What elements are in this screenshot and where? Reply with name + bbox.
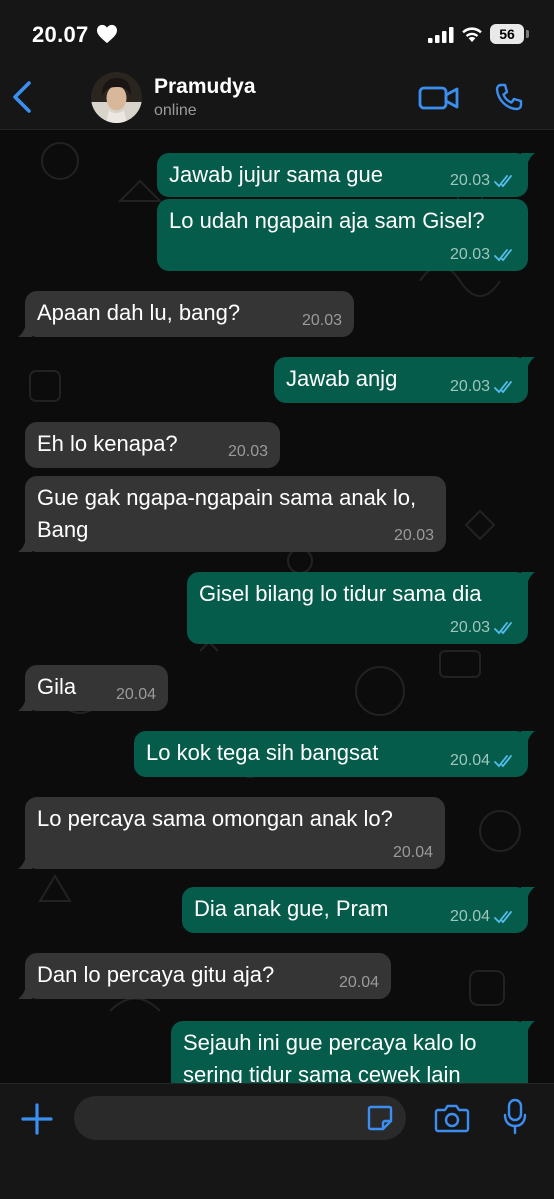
message-time: 20.04 [392, 844, 433, 861]
message-time: 20.03 [449, 378, 490, 395]
plus-icon[interactable] [20, 1102, 54, 1136]
message-text: Apaan dah lu, bang? [37, 300, 241, 325]
double-check-icon [494, 622, 512, 635]
bubble-tail [18, 323, 32, 337]
bubble-tail [18, 697, 32, 711]
message-meta: 20.03 [450, 378, 516, 396]
bubble-tail [521, 153, 535, 167]
message-text: Eh lo kenapa? [37, 431, 178, 456]
heart-icon [97, 24, 117, 44]
message-meta: 20.04 [393, 844, 433, 862]
message-text: Dan lo percaya gitu aja? [37, 962, 275, 987]
message-meta: 20.03 [228, 443, 268, 461]
bubble-tail [521, 357, 535, 371]
message-text: Gila [37, 674, 77, 699]
bubble-tail [521, 572, 535, 586]
message-text: Dia anak gue, Pram [194, 896, 389, 921]
chat-screen: 20.07 56 Pramudya online Jawab jujur sam… [0, 0, 554, 1199]
message-text: Gisel bilang lo tidur sama dia [199, 581, 482, 606]
message-time: 20.03 [449, 172, 490, 189]
double-check-icon [494, 175, 512, 188]
message-text: Jawab anjg [286, 366, 398, 391]
sticker-icon[interactable] [366, 1104, 394, 1132]
bubble-tail [521, 1021, 535, 1035]
message-time: 20.04 [449, 752, 490, 769]
double-check-icon [494, 755, 512, 768]
double-check-icon [494, 381, 512, 394]
wifi-icon [462, 27, 482, 42]
message-time: 20.03 [393, 527, 434, 544]
outgoing-message-bubble[interactable]: Lo kok tega sih bangsat 20.04 [134, 731, 535, 777]
message-meta: 20.04 [450, 752, 516, 770]
message-meta: 20.03 [450, 619, 516, 637]
message-input[interactable] [74, 1096, 406, 1140]
message-text: Lo percaya sama omongan anak lo? [37, 806, 393, 831]
message-meta: 20.03 [394, 527, 434, 545]
message-time: 20.04 [338, 974, 379, 991]
message-time: 20.04 [449, 908, 490, 925]
bubble-tail [18, 538, 32, 552]
bubble-tail [521, 887, 535, 901]
composer-bar [0, 1083, 554, 1199]
status-time: 20.07 [32, 22, 89, 47]
message-text: Sejauh ini gue percaya kalo lo sering ti… [183, 1030, 477, 1083]
outgoing-message-bubble[interactable]: Jawab jujur sama gue 20.03 [157, 153, 535, 197]
outgoing-message-bubble[interactable]: Dia anak gue, Pram 20.04 [182, 887, 535, 933]
message-meta: 20.04 [450, 908, 516, 926]
battery-tip [526, 30, 529, 38]
video-camera-icon[interactable] [418, 84, 460, 112]
microphone-icon[interactable] [503, 1098, 527, 1136]
message-text: Gue gak ngapa-ngapain sama anak lo, Bang [37, 485, 417, 542]
bubble-tail [18, 855, 32, 869]
message-time: 20.03 [449, 619, 490, 636]
bubble-tail [18, 985, 32, 999]
message-meta: 20.03 [450, 172, 516, 190]
contact-name[interactable]: Pramudya [154, 75, 256, 99]
incoming-message-bubble[interactable]: Lo percaya sama omongan anak lo? 20.04 [18, 797, 445, 869]
outgoing-message-bubble[interactable]: Jawab anjg 20.03 [274, 357, 535, 403]
outgoing-message-bubble[interactable]: Sejauh ini gue percaya kalo lo sering ti… [171, 1021, 535, 1083]
incoming-message-bubble[interactable]: Gue gak ngapa-ngapain sama anak lo, Bang… [18, 476, 446, 552]
incoming-message-bubble[interactable]: Apaan dah lu, bang? 20.03 [18, 291, 354, 337]
incoming-message-bubble[interactable]: Gila 20.04 [18, 665, 168, 711]
message-meta: 20.04 [339, 974, 379, 992]
message-time: 20.03 [449, 246, 490, 263]
incoming-message-bubble[interactable]: Dan lo percaya gitu aja? 20.04 [18, 953, 391, 999]
message-text: Lo kok tega sih bangsat [146, 740, 379, 765]
message-text: Lo udah ngapain aja sam Gisel? [169, 208, 485, 233]
message-text: Jawab jujur sama gue [169, 162, 384, 187]
cellular-signal-icon [428, 27, 454, 43]
double-check-icon [494, 911, 512, 924]
message-meta: 20.03 [302, 312, 342, 330]
avatar[interactable] [91, 72, 142, 123]
chevron-left-icon[interactable] [10, 80, 36, 114]
double-check-icon [494, 249, 512, 262]
message-meta: 20.04 [116, 686, 156, 704]
camera-icon[interactable] [434, 1102, 470, 1134]
bubble-tail [521, 731, 535, 745]
outgoing-message-bubble[interactable]: Gisel bilang lo tidur sama dia 20.03 [187, 572, 535, 644]
status-bar: 20.07 56 [0, 0, 554, 66]
phone-icon[interactable] [494, 82, 524, 112]
outgoing-message-bubble[interactable]: Lo udah ngapain aja sam Gisel? 20.03 [157, 199, 528, 271]
incoming-message-bubble[interactable]: Eh lo kenapa? 20.03 [25, 422, 280, 468]
message-list[interactable]: Jawab jujur sama gue 20.03 Lo udah ngapain… [0, 131, 554, 1083]
message-time: 20.04 [115, 686, 156, 703]
battery-indicator: 56 [490, 24, 524, 44]
message-meta: 20.03 [450, 246, 516, 264]
message-time: 20.03 [301, 312, 342, 329]
message-time: 20.03 [227, 443, 268, 460]
contact-status: online [154, 102, 197, 119]
chat-header: Pramudya online [0, 66, 554, 130]
